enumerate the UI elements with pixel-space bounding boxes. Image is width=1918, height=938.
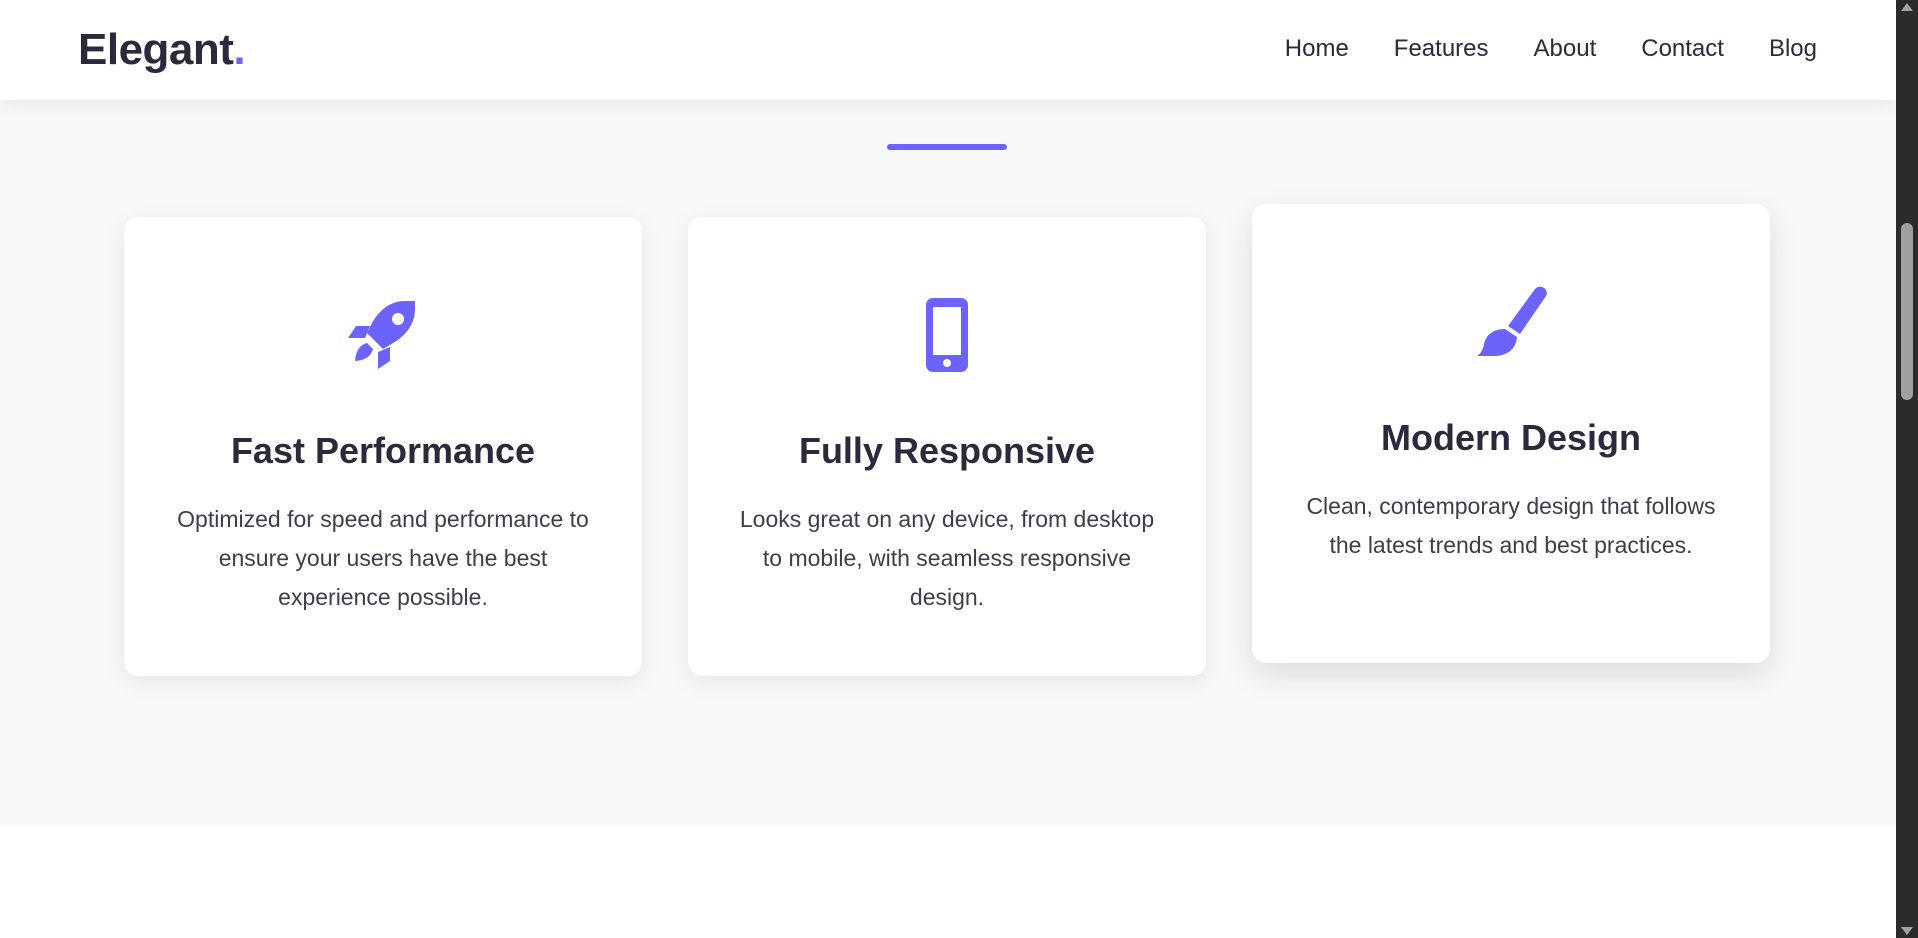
- feature-card-fast-performance: Fast Performance Optimized for speed and…: [124, 217, 642, 676]
- logo-text: Elegant: [78, 25, 234, 74]
- features-section: Fast Performance Optimized for speed and…: [0, 0, 1896, 826]
- scrollbar-thumb[interactable]: [1901, 223, 1913, 400]
- feature-card-description: Clean, contemporary design that follows …: [1306, 493, 1716, 558]
- rocket-icon: [343, 295, 423, 375]
- nav-link-home[interactable]: Home: [1285, 33, 1349, 65]
- nav-link-features[interactable]: Features: [1394, 33, 1489, 65]
- scroll-up-arrow-icon[interactable]: [1901, 3, 1913, 11]
- mobile-phone-icon: [907, 295, 987, 375]
- feature-card-title: Fully Responsive: [798, 430, 1096, 471]
- logo-dot: .: [233, 25, 246, 74]
- paintbrush-icon: [1471, 282, 1551, 362]
- nav-links: Home Features About Contact Blog: [1285, 33, 1817, 65]
- feature-card-title: Fast Performance: [230, 430, 536, 471]
- nav-link-about[interactable]: About: [1534, 33, 1597, 65]
- feature-card-description: Optimized for speed and performance to e…: [177, 506, 589, 610]
- navbar: Elegant. Home Features About Contact Blo…: [0, 0, 1896, 100]
- page: Fast Performance Optimized for speed and…: [0, 0, 1918, 938]
- feature-card-modern-design: Modern Design Clean, contemporary design…: [1252, 204, 1770, 663]
- vertical-scrollbar[interactable]: [1896, 0, 1918, 938]
- feature-card-description: Looks great on any device, from desktop …: [739, 506, 1155, 610]
- feature-card-fully-responsive: Fully Responsive Looks great on any devi…: [688, 217, 1206, 676]
- scroll-down-arrow-icon[interactable]: [1901, 927, 1913, 935]
- section-title-underline: [887, 144, 1007, 150]
- nav-link-contact[interactable]: Contact: [1641, 33, 1724, 65]
- logo[interactable]: Elegant.: [78, 22, 246, 78]
- nav-link-blog[interactable]: Blog: [1769, 33, 1817, 65]
- feature-card-title: Modern Design: [1380, 417, 1641, 458]
